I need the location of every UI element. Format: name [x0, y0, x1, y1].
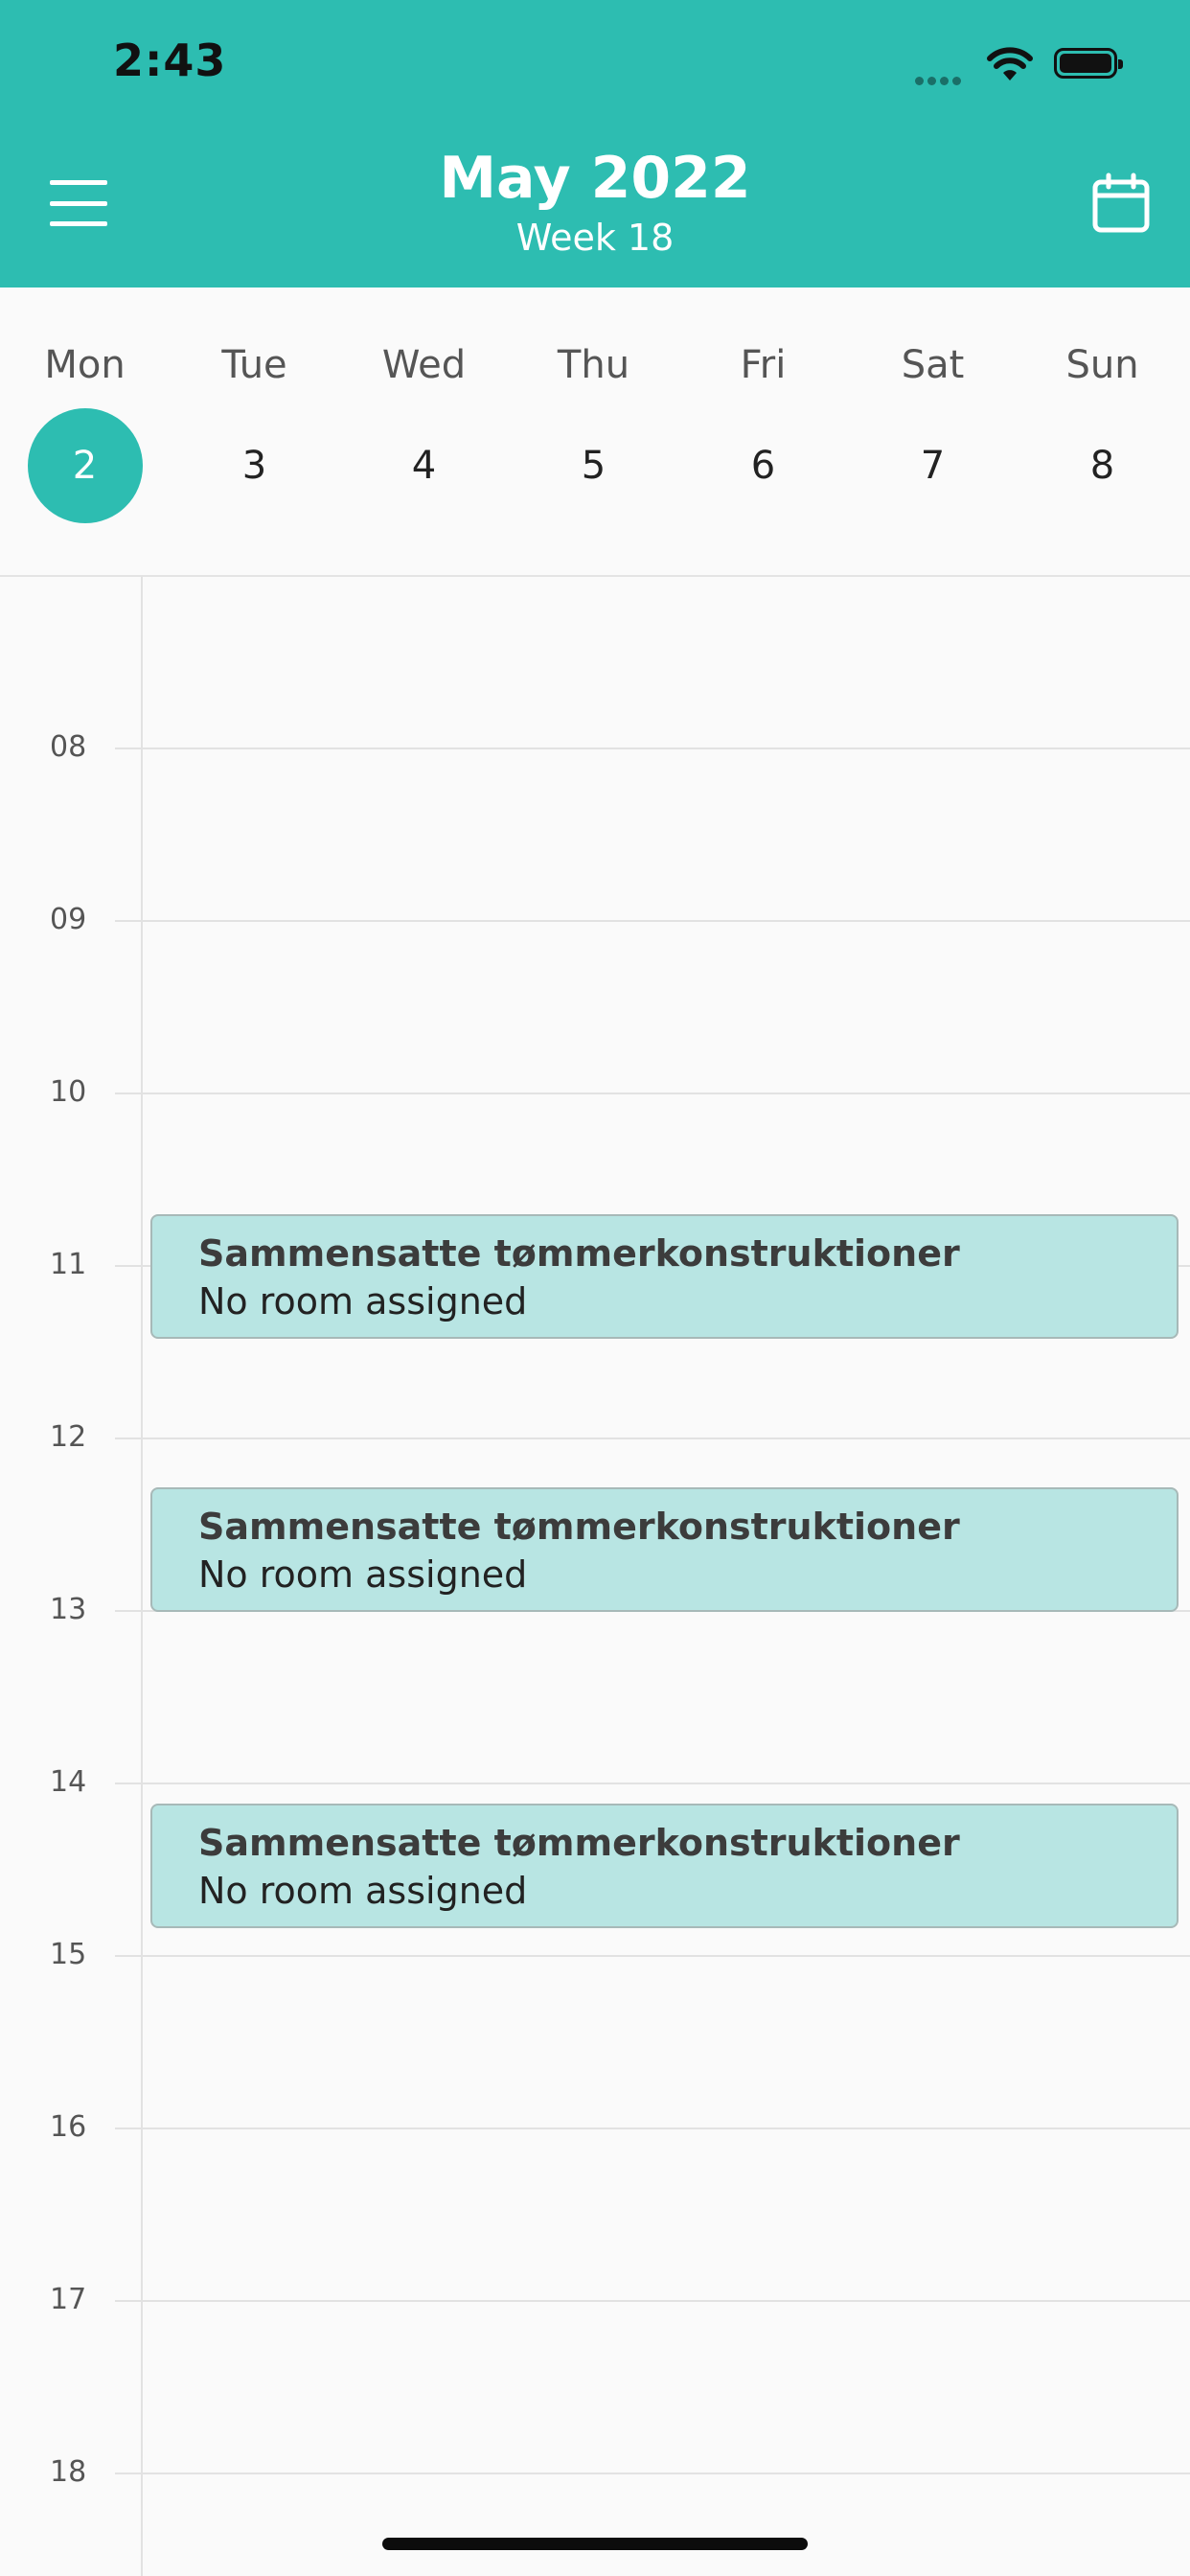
day-name: Mon	[44, 343, 126, 387]
day-sunday[interactable]: Sun 8	[1018, 288, 1187, 575]
hour-label: 13	[50, 1593, 87, 1626]
hour-gridline	[115, 1955, 1190, 1957]
day-number: 3	[241, 444, 267, 488]
month-title: May 2022	[439, 145, 751, 212]
hour-label: 10	[50, 1075, 87, 1109]
app-header: 2:43 May 2022 Week 18	[0, 0, 1190, 288]
cellular-signal-icon	[915, 71, 965, 89]
hour-gridline	[115, 1092, 1190, 1094]
home-indicator[interactable]	[382, 2538, 808, 2550]
event-room: No room assigned	[198, 1870, 528, 1912]
calendar-icon[interactable]	[1090, 172, 1152, 234]
day-number: 5	[581, 444, 606, 488]
hour-gridline	[115, 1438, 1190, 1439]
event-title: Sammensatte tømmerkonstruktioner	[198, 1506, 960, 1548]
day-saturday[interactable]: Sat 7	[848, 288, 1018, 575]
day-name: Wed	[381, 343, 467, 387]
hour-label: 09	[50, 903, 87, 936]
day-timeline[interactable]: 08 09 10 11 12 13 14 15 16 17 18 Sammens…	[0, 576, 1190, 2576]
hour-gridline	[115, 920, 1190, 922]
wifi-icon	[987, 47, 1033, 80]
day-name: Sun	[1065, 343, 1139, 387]
event-room: No room assigned	[198, 1280, 528, 1322]
header-title-group: May 2022 Week 18	[0, 146, 1190, 261]
event-room: No room assigned	[198, 1553, 528, 1596]
event-card[interactable]: Sammensatte tømmerkonstruktioner No room…	[150, 1214, 1179, 1339]
hour-label: 11	[50, 1248, 87, 1281]
day-number: 6	[750, 444, 776, 488]
hour-label: 16	[50, 2110, 87, 2144]
day-number: 8	[1089, 444, 1115, 488]
status-bar-time: 2:43	[113, 34, 227, 86]
hour-label: 08	[50, 730, 87, 764]
day-wednesday[interactable]: Wed 4	[339, 288, 509, 575]
event-title: Sammensatte tømmerkonstruktioner	[198, 1232, 960, 1275]
event-title: Sammensatte tømmerkonstruktioner	[198, 1822, 960, 1864]
week-subtitle: Week 18	[515, 217, 675, 259]
hour-gridline	[115, 2300, 1190, 2302]
timeline-divider	[141, 576, 143, 2576]
hour-label: 17	[50, 2283, 87, 2316]
day-tuesday[interactable]: Tue 3	[170, 288, 339, 575]
hour-label: 14	[50, 1765, 87, 1799]
day-monday[interactable]: Mon 2	[0, 288, 170, 575]
day-name: Thu	[557, 343, 630, 387]
day-name: Sat	[901, 343, 965, 387]
hour-gridline	[115, 748, 1190, 749]
event-card[interactable]: Sammensatte tømmerkonstruktioner No room…	[150, 1487, 1179, 1612]
hour-gridline	[115, 1782, 1190, 1784]
battery-icon	[1054, 48, 1123, 79]
day-number: 4	[411, 444, 437, 488]
day-number-selected: 2	[27, 408, 143, 523]
day-name: Tue	[221, 343, 287, 387]
hour-label: 18	[50, 2455, 87, 2489]
hour-label: 12	[50, 1420, 87, 1454]
day-name: Fri	[740, 343, 787, 387]
day-friday[interactable]: Fri 6	[678, 288, 848, 575]
week-day-selector: Mon 2 Tue 3 Wed 4 Thu 5 Fri 6 Sat 7 Sun …	[0, 288, 1190, 577]
day-thursday[interactable]: Thu 5	[509, 288, 678, 575]
hour-gridline	[115, 2472, 1190, 2474]
hour-label: 15	[50, 1938, 87, 1971]
hour-gridline	[115, 2128, 1190, 2129]
event-card[interactable]: Sammensatte tømmerkonstruktioner No room…	[150, 1804, 1179, 1928]
day-number: 7	[920, 444, 946, 488]
